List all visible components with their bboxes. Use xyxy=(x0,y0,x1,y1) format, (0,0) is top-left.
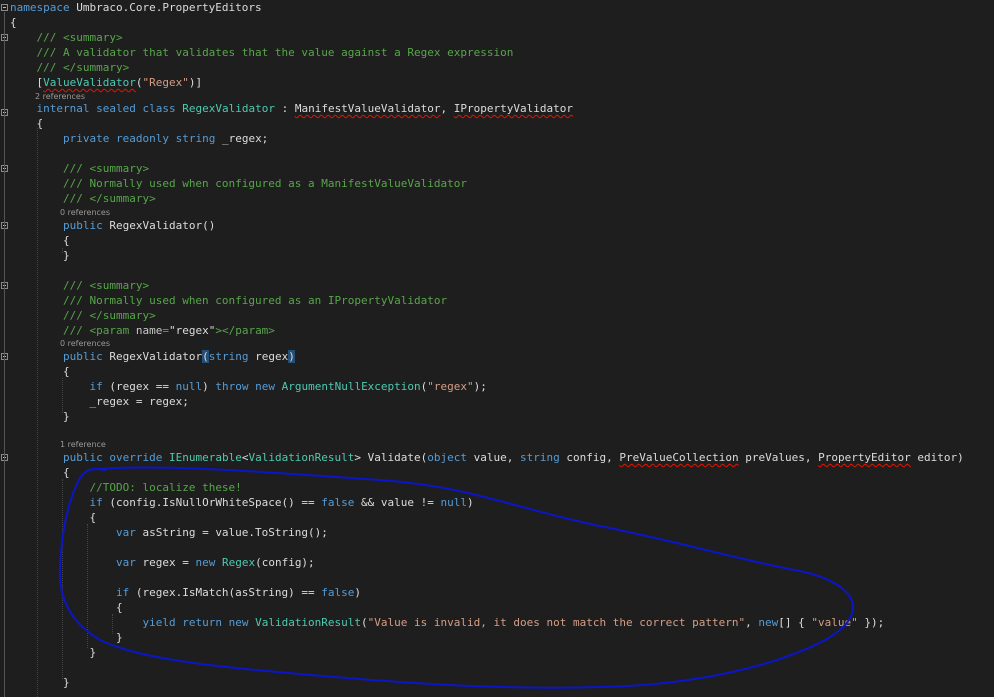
keyword: sealed xyxy=(96,102,136,115)
doc-comment: /// <summary> xyxy=(62,162,150,175)
doc-comment: /// </summary> xyxy=(62,192,156,205)
references-count[interactable]: 0 references xyxy=(60,208,110,217)
doc-comment: /// </summary> xyxy=(36,61,130,74)
code-line[interactable]: /// A validator that validates that the … xyxy=(10,45,514,60)
code-line[interactable]: public override IEnumerable<ValidationRe… xyxy=(10,450,964,465)
keyword-namespace: namespace xyxy=(10,1,70,14)
code-line[interactable]: { xyxy=(10,600,123,615)
doc-comment: /// <summary> xyxy=(62,279,150,292)
references-count[interactable]: 0 references xyxy=(60,339,110,348)
code-line[interactable]: yield return new ValidationResult("Value… xyxy=(10,615,884,630)
doc-comment: /// A validator that validates that the … xyxy=(36,46,514,59)
namespace-name: Umbraco.Core.PropertyEditors xyxy=(69,1,262,14)
code-line[interactable]: { xyxy=(10,116,44,131)
code-line[interactable]: } xyxy=(10,630,123,645)
codelens-references[interactable]: 0 references xyxy=(60,339,110,349)
doc-comment: /// <summary> xyxy=(36,31,123,44)
open-brace: { xyxy=(10,16,17,29)
code-line[interactable]: namespace Umbraco.Core.PropertyEditors xyxy=(10,0,262,15)
code-line[interactable]: { xyxy=(10,465,70,480)
code-line[interactable]: } xyxy=(10,248,70,263)
code-editor[interactable]: namespace Umbraco.Core.PropertyEditors {… xyxy=(0,0,994,697)
doc-comment: /// Normally used when configured as an … xyxy=(62,294,448,307)
base-type: ManifestValueValidator xyxy=(294,102,441,115)
code-line[interactable]: { xyxy=(10,364,70,379)
code-line[interactable]: { xyxy=(10,510,96,525)
code-line[interactable]: /// Normally used when configured as a M… xyxy=(10,176,467,191)
doc-comment: /// Normally used when configured as a M… xyxy=(62,177,467,190)
code-line[interactable]: } xyxy=(10,645,96,660)
code-line[interactable]: /// <summary> xyxy=(10,278,149,293)
code-line[interactable]: public RegexValidator(string regex) xyxy=(10,349,295,364)
code-line[interactable]: internal sealed class RegexValidator : M… xyxy=(10,101,574,116)
field-name: _regex; xyxy=(215,132,269,145)
collapse-namespace-icon[interactable] xyxy=(1,4,8,11)
open-brace: { xyxy=(36,117,44,130)
doc-comment: /// </summary> xyxy=(62,309,156,322)
punct: )] xyxy=(188,76,203,89)
codelens-references[interactable]: 1 reference xyxy=(60,440,106,450)
references-count[interactable]: 2 references xyxy=(35,92,85,101)
keyword: class xyxy=(142,102,176,115)
matched-brace: ) xyxy=(288,350,295,363)
code-line[interactable]: if (config.IsNullOrWhiteSpace() == false… xyxy=(10,495,473,510)
code-line[interactable]: /// Normally used when configured as an … xyxy=(10,293,447,308)
code-line[interactable]: /// <param name="regex"></param> xyxy=(10,323,275,338)
references-count[interactable]: 1 reference xyxy=(60,440,106,449)
code-line[interactable]: /// </summary> xyxy=(10,308,156,323)
codelens-references[interactable]: 0 references xyxy=(60,208,110,218)
keyword: internal xyxy=(36,102,90,115)
code-line[interactable]: /// <summary> xyxy=(10,30,123,45)
code-line[interactable]: } xyxy=(10,409,70,424)
code-line[interactable]: if (regex == null) throw new ArgumentNul… xyxy=(10,379,486,394)
code-line[interactable]: { xyxy=(10,15,17,30)
interface-name: IPropertyValidator xyxy=(453,102,573,115)
code-line[interactable]: public RegexValidator() xyxy=(10,218,215,233)
code-line[interactable]: _regex = regex; xyxy=(10,394,188,409)
matched-brace: ( xyxy=(202,350,209,363)
code-line[interactable]: var asString = value.ToString(); xyxy=(10,525,328,540)
code-line[interactable]: var regex = new Regex(config); xyxy=(10,555,315,570)
code-line[interactable]: /// </summary> xyxy=(10,60,130,75)
code-line[interactable]: /// <summary> xyxy=(10,161,149,176)
code-line[interactable]: /// </summary> xyxy=(10,191,156,206)
method-name: Validate xyxy=(367,451,421,464)
todo-comment: //TODO: localize these! xyxy=(89,481,242,494)
string-literal: "Regex" xyxy=(142,76,189,89)
code-line[interactable]: { xyxy=(10,233,70,248)
code-line[interactable]: private readonly string _regex; xyxy=(10,131,268,146)
code-line[interactable]: } xyxy=(10,675,70,690)
class-name: RegexValidator xyxy=(182,102,275,115)
constructor-signature: RegexValidator() xyxy=(102,219,216,232)
outline-line xyxy=(4,12,5,697)
code-line[interactable]: [ValueValidator("Regex")] xyxy=(10,75,203,90)
code-line[interactable]: if (regex.IsMatch(asString) == false) xyxy=(10,585,361,600)
code-line[interactable]: //TODO: localize these! xyxy=(10,480,242,495)
attribute-name: ValueValidator xyxy=(43,76,136,89)
